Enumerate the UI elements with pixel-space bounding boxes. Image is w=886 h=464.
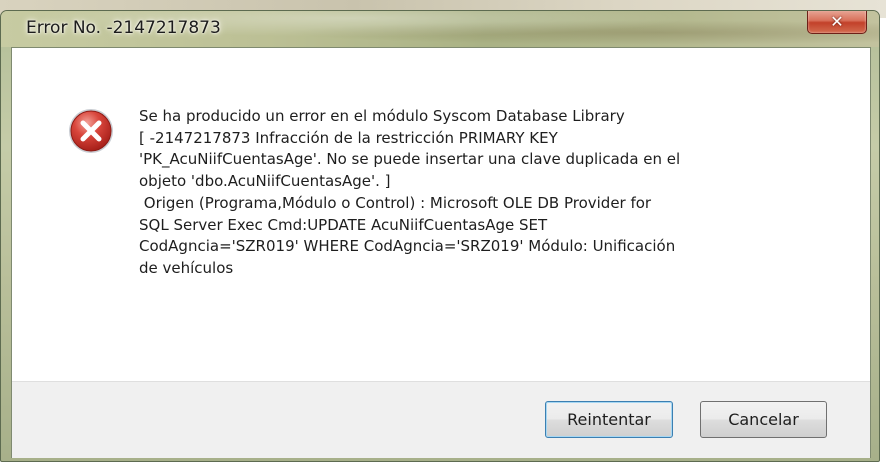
- message-line: CodAgncia='SZR019' WHERE CodAgncia='SRZ0…: [139, 237, 676, 256]
- message-line: [ -2147217873 Infracción de la restricci…: [139, 128, 558, 147]
- error-dialog-window: Error No. -2147217873 ✕ Se ha producido …: [0, 10, 880, 462]
- message-line: objeto 'dbo.AcuNiifCuentasAge'. ]: [139, 172, 391, 191]
- close-icon: ✕: [830, 12, 844, 31]
- window-title: Error No. -2147217873: [26, 18, 221, 38]
- message-line: SQL Server Exec Cmd:UPDATE AcuNiifCuenta…: [139, 215, 548, 234]
- message-line: de vehículos: [139, 258, 234, 277]
- title-bar[interactable]: Error No. -2147217873 ✕: [1, 11, 879, 47]
- button-bar: Reintentar Cancelar: [12, 381, 870, 458]
- cancel-button[interactable]: Cancelar: [700, 401, 827, 438]
- close-button[interactable]: ✕: [807, 11, 867, 34]
- message-pane: Se ha producido un error en el módulo Sy…: [12, 48, 870, 381]
- error-icon: [69, 109, 113, 153]
- retry-button[interactable]: Reintentar: [545, 401, 673, 438]
- error-message: Se ha producido un error en el módulo Sy…: [139, 106, 839, 280]
- message-line: 'PK_AcuNiifCuentasAge'. No se puede inse…: [139, 150, 681, 169]
- message-line: Se ha producido un error en el módulo Sy…: [139, 107, 625, 125]
- message-line: Origen (Programa,Módulo o Control) : Mic…: [139, 193, 652, 212]
- dialog-client-area: Se ha producido un error en el módulo Sy…: [11, 47, 871, 458]
